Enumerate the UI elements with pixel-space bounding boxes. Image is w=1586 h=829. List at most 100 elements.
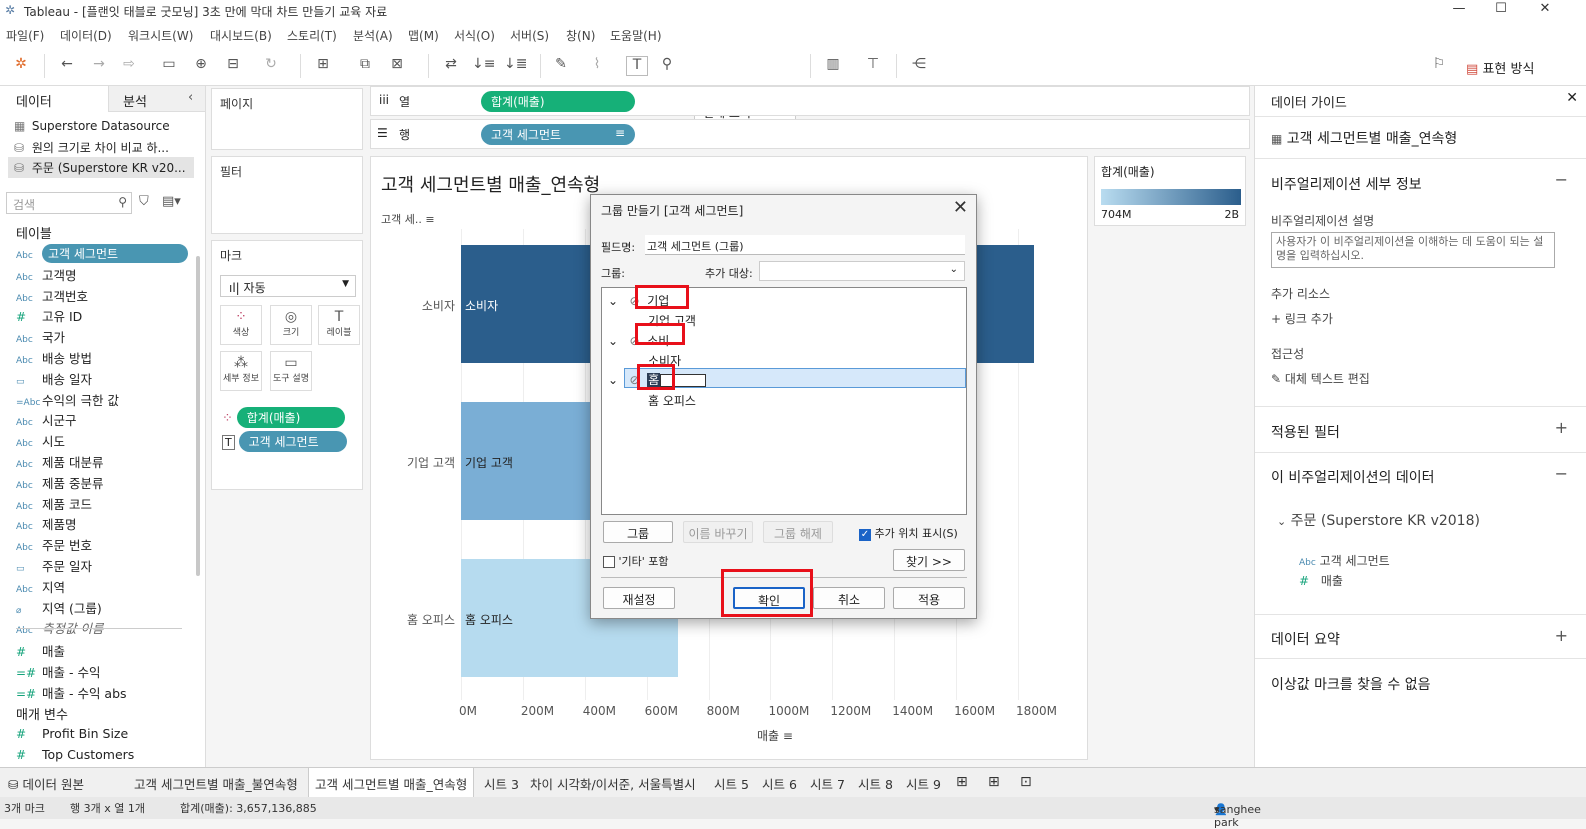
category-label[interactable]: 기업 고객 <box>375 454 455 471</box>
show-me-button[interactable]: ▤ 표현 방식 <box>1466 58 1534 77</box>
menu-worksheet[interactable]: 워크시트(W) <box>128 27 193 44</box>
presentation-icon[interactable]: ⊤ <box>862 56 884 76</box>
format-painter-icon[interactable]: ⚐ <box>1428 56 1450 76</box>
duplicate-sheet-icon[interactable]: ⧉ <box>354 56 376 76</box>
color-button[interactable]: ⁘ 색상 <box>220 305 262 345</box>
parameter-item[interactable]: # Profit Bin Size <box>16 726 128 746</box>
parameter-item[interactable]: # Top Customers <box>16 747 134 767</box>
field-item[interactable]: ⌀ 지역 (그룹) <box>16 598 102 618</box>
viz-description-field[interactable]: 사용자가 이 비주얼리제이션을 이해하는 데 도움이 되는 설명을 입력하십시오… <box>1271 232 1555 268</box>
close-icon[interactable]: ✕ <box>953 197 968 218</box>
tab-sheet-8[interactable]: 시트 8 <box>858 774 893 793</box>
field-item[interactable]: Abc 주문 번호 <box>16 535 92 555</box>
close-window-button[interactable]: ✕ <box>1530 1 1560 21</box>
apply-button[interactable]: 적용 <box>893 587 965 609</box>
menu-analysis[interactable]: 분석(A) <box>353 27 393 44</box>
replay-icon[interactable]: ⇨ <box>118 56 140 76</box>
menu-file[interactable]: 파일(F) <box>6 27 44 44</box>
include-other-checkbox[interactable]: '기타' 포함 <box>603 553 669 569</box>
size-button[interactable]: ◎ 크기 <box>270 305 312 345</box>
ungroup-button[interactable]: 그룹 해제 <box>763 521 833 543</box>
field-item[interactable]: Abc 지역 <box>16 577 65 597</box>
field-item[interactable]: Abc 시도 <box>16 431 65 451</box>
tree-member[interactable]: 홈 오피스 <box>648 392 696 409</box>
rows-pill[interactable]: 고객 세그먼트 ≡ <box>481 124 635 145</box>
field-item[interactable]: Abc 시군구 <box>16 410 77 430</box>
field-item[interactable]: # 고유 ID <box>16 306 82 326</box>
menu-map[interactable]: 맵(M) <box>408 27 439 44</box>
cancel-button[interactable]: 취소 <box>813 587 885 609</box>
datasource-item-selected[interactable]: ⛁ 주문 (Superstore KR v20... <box>8 157 194 178</box>
collapse-icon[interactable]: − <box>1555 464 1568 483</box>
detail-button[interactable]: ⁂ 세부 정보 <box>220 351 262 391</box>
close-icon[interactable]: ✕ <box>1566 90 1578 106</box>
field-item[interactable]: Abc 제품 대분류 <box>16 452 103 472</box>
field-item[interactable]: Abc 제품 중분류 <box>16 473 103 493</box>
sort-asc-icon[interactable]: ↓≡ <box>472 56 495 76</box>
field-item[interactable]: Abc 제품 코드 <box>16 494 92 514</box>
group-button[interactable]: 그룹 <box>603 521 673 543</box>
minimize-button[interactable]: — <box>1444 1 1474 21</box>
clear-sheet-icon[interactable]: ⊠ <box>386 56 408 76</box>
show-added-checkbox[interactable]: ✓ 추가 위치 표시(S) <box>859 525 958 541</box>
color-legend[interactable]: 합계(매출) 704M 2B <box>1094 156 1246 226</box>
tab-sheet-discrete[interactable]: 고객 세그먼트별 매출_불연속형 <box>134 774 298 793</box>
pause-update-icon[interactable]: ⊟ <box>222 56 244 76</box>
category-label[interactable]: 소비자 <box>375 297 455 314</box>
columns-shelf[interactable]: iii 열 합계(매출) <box>370 86 1250 116</box>
add-link-button[interactable]: + 링크 추가 <box>1271 310 1333 327</box>
menu-help[interactable]: 도움말(H) <box>610 27 662 44</box>
field-item[interactable]: Abc 고객 세그먼트 <box>16 244 188 264</box>
tab-data[interactable]: 데이터 <box>0 86 108 112</box>
field-item[interactable]: ▭ 주문 일자 <box>16 556 92 576</box>
refresh-icon[interactable]: ↻ <box>260 56 282 76</box>
cards-icon[interactable]: ▥ <box>822 56 844 76</box>
filter-icon[interactable]: ⛉ <box>139 194 149 209</box>
menu-data[interactable]: 데이터(D) <box>60 27 112 44</box>
show-labels-icon[interactable]: T <box>626 56 648 76</box>
swap-icon[interactable]: ⇄ <box>440 56 462 76</box>
tooltip-button[interactable]: ▭ 도구 설명 <box>270 351 312 391</box>
menu-window[interactable]: 창(N) <box>566 27 595 44</box>
tab-sheet-5[interactable]: 시트 5 <box>714 774 749 793</box>
mark-pill-label[interactable]: T 고객 세그먼트 <box>222 431 347 452</box>
measure-item[interactable]: =# 매출 - 수익 <box>16 662 100 682</box>
scrollbar[interactable] <box>196 256 200 576</box>
new-dashboard-icon[interactable]: ⊞ <box>988 774 1000 790</box>
field-item[interactable]: =Abc 수익의 극한 값 <box>16 390 119 410</box>
field-name-input[interactable]: 고객 세그먼트 (그룹) <box>645 235 965 255</box>
reset-button[interactable]: 재설정 <box>603 587 675 609</box>
new-datasource-icon[interactable]: ⊕ <box>190 56 212 76</box>
new-sheet-icon[interactable]: ⊞ <box>312 56 334 76</box>
label-button[interactable]: T 레이블 <box>318 305 360 345</box>
field-item[interactable]: Abc 배송 방법 <box>16 348 92 368</box>
collapse-icon[interactable]: − <box>1555 170 1568 189</box>
rename-button[interactable]: 이름 바꾸기 <box>683 521 753 543</box>
tab-sheet-7[interactable]: 시트 7 <box>810 774 845 793</box>
expand-icon[interactable]: + <box>1555 418 1568 437</box>
datasource-node[interactable]: ⌄ 주문 (Superstore KR v2018) <box>1277 510 1480 530</box>
tab-sheet-3[interactable]: 시트 3 <box>484 774 519 793</box>
mark-type-dropdown[interactable]: ıl| 자동 ▼ <box>220 275 356 297</box>
row-header[interactable]: 고객 세.. ≡ <box>381 211 435 227</box>
undo-icon[interactable]: ← <box>56 56 78 76</box>
field-item[interactable]: Abc 고객번호 <box>16 286 88 306</box>
view-list-icon[interactable]: ▤▾ <box>162 194 181 209</box>
maximize-button[interactable]: ☐ <box>1486 1 1516 21</box>
collapse-icon[interactable]: ‹ <box>188 90 193 105</box>
field-item[interactable]: Abc 국가 <box>16 327 65 347</box>
field-item[interactable]: Abc 제품명 <box>16 514 77 534</box>
menu-server[interactable]: 서버(S) <box>510 27 549 44</box>
category-label[interactable]: 홈 오피스 <box>375 611 455 628</box>
menu-format[interactable]: 서식(O) <box>454 27 495 44</box>
sort-desc-icon[interactable]: ↓≣ <box>504 56 527 76</box>
group-icon[interactable]: ⌇ <box>586 56 608 76</box>
group-tree[interactable]: ⌄ ⊘ 기업 기업 고객 ⌄ ⊘ 소비 소비자 ⌄ ⊘ 홈 홈 오피스 <box>601 287 967 515</box>
filters-card[interactable]: 필터 <box>211 156 363 234</box>
measure-item[interactable]: =# 매출 - 수익 abs <box>16 683 127 703</box>
menu-dashboard[interactable]: 대시보드(B) <box>210 27 272 44</box>
find-button[interactable]: 찾기 >> <box>893 549 965 571</box>
expand-icon[interactable]: + <box>1555 626 1568 645</box>
pages-card[interactable]: 페이지 <box>211 88 363 150</box>
redo-icon[interactable]: → <box>88 56 110 76</box>
